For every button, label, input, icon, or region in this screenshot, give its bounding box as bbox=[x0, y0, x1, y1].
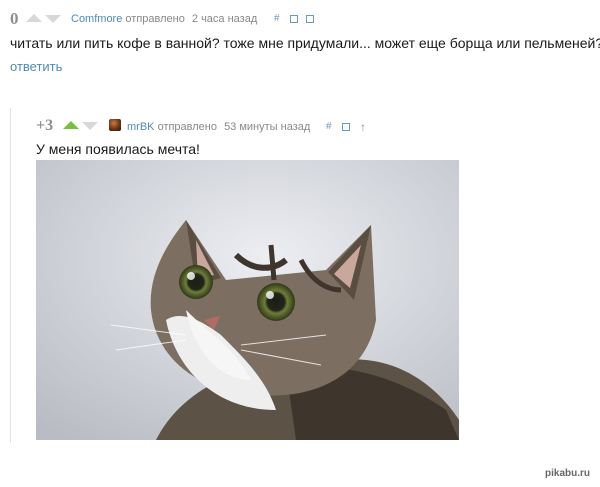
hash-link-icon[interactable]: # bbox=[326, 121, 332, 132]
posted-label: отправлено bbox=[125, 13, 185, 25]
collapse-icon[interactable] bbox=[290, 15, 298, 23]
reply-link[interactable]: ответить bbox=[10, 59, 62, 74]
comment-meta: Comfmore отправлено 2 часа назад bbox=[71, 13, 257, 25]
comment-text: читать или пить кофе в ванной? тоже мне … bbox=[10, 35, 600, 51]
save-icon[interactable] bbox=[342, 123, 350, 131]
save-icon[interactable] bbox=[306, 15, 314, 23]
reply-rating: +3 bbox=[36, 117, 54, 134]
avatar[interactable] bbox=[109, 119, 121, 131]
hash-link-icon[interactable]: # bbox=[274, 13, 280, 24]
comment-author[interactable]: Comfmore bbox=[71, 13, 122, 25]
downvote-button[interactable] bbox=[82, 122, 98, 130]
upvote-button-active[interactable] bbox=[63, 121, 79, 129]
reply-text: У меня появилась мечта! bbox=[36, 141, 200, 157]
comment-rating: 0 bbox=[10, 9, 19, 28]
comment-time: 2 часа назад bbox=[191, 13, 258, 25]
reply-time: 53 минуты назад bbox=[224, 121, 311, 133]
upvote-button[interactable] bbox=[26, 14, 42, 22]
cat-photo bbox=[36, 160, 459, 440]
watermark: pikabu.ru bbox=[545, 468, 591, 479]
downvote-button[interactable] bbox=[45, 15, 61, 23]
arrow-up-icon[interactable]: ↑ bbox=[360, 120, 366, 134]
reply-meta: mrBK отправлено 53 минуты назад bbox=[127, 121, 310, 133]
thread-line bbox=[10, 108, 11, 443]
reply-author[interactable]: mrBK bbox=[127, 121, 155, 133]
posted-label: отправлено bbox=[157, 121, 217, 133]
